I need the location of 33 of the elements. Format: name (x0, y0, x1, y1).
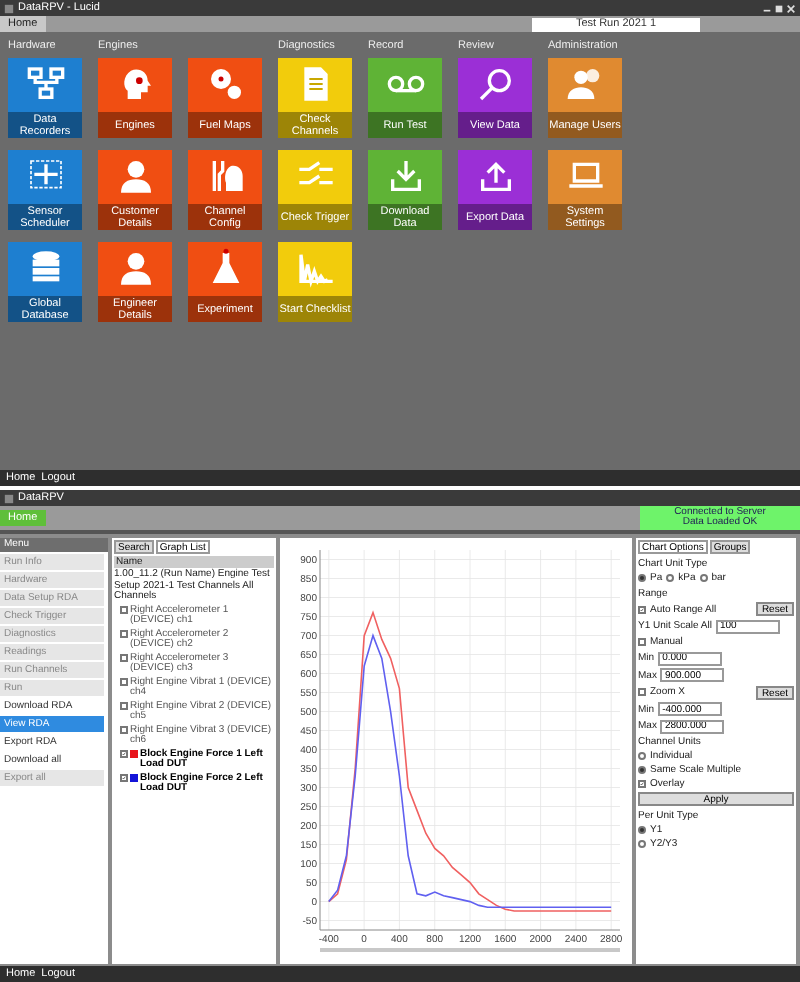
checkbox[interactable] (638, 638, 646, 647)
users-icon (565, 64, 605, 104)
maximize-icon (774, 3, 784, 13)
checkbox[interactable] (638, 605, 646, 614)
radio-button[interactable] (638, 752, 646, 760)
checkbox[interactable] (120, 654, 128, 662)
gears-icon (205, 64, 245, 104)
radio-button[interactable] (638, 826, 646, 834)
app-icon (4, 3, 14, 13)
checkbox[interactable] (638, 688, 646, 697)
close-icon (786, 3, 796, 13)
radio-button[interactable] (699, 574, 708, 582)
checkbox[interactable] (120, 702, 128, 710)
search-icon (475, 64, 515, 104)
person-icon (115, 248, 155, 288)
upload-icon (475, 156, 515, 196)
download-icon (385, 156, 425, 196)
checkbox[interactable] (120, 606, 128, 614)
radio-button[interactable] (638, 840, 646, 848)
checkbox[interactable] (120, 750, 128, 758)
network-icon (25, 64, 65, 104)
radio-button[interactable] (638, 574, 646, 582)
radio-button[interactable] (666, 574, 675, 582)
checkbox[interactable] (120, 726, 128, 734)
app-icon (4, 493, 14, 503)
checkbox[interactable] (120, 678, 128, 686)
scroll-bar[interactable] (320, 948, 620, 952)
checkbox[interactable] (120, 630, 128, 638)
radio-button[interactable] (638, 766, 646, 774)
checkbox[interactable] (120, 774, 128, 782)
wave-icon (295, 248, 335, 288)
person-icon (115, 156, 155, 196)
checkbox[interactable] (638, 780, 646, 789)
